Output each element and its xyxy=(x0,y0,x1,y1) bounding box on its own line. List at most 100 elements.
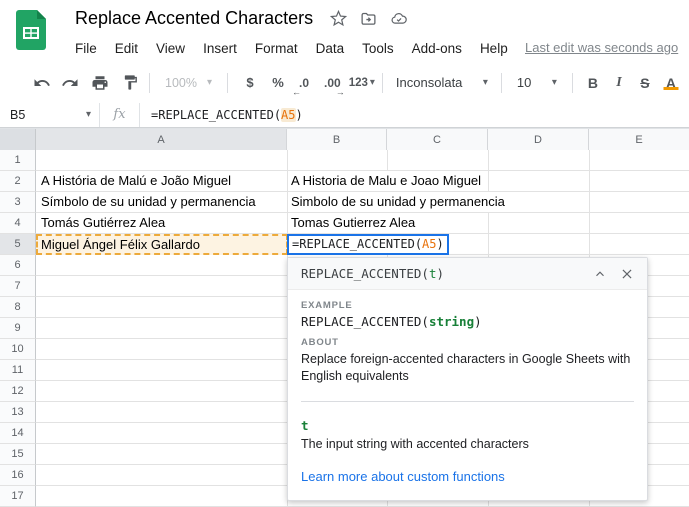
row-headers: 1 2 3 4 5 6 7 8 9 10 11 12 13 14 15 16 17 xyxy=(0,150,36,507)
menu-item[interactable]: Format xyxy=(246,41,307,56)
percent-format-button[interactable]: % xyxy=(266,70,290,96)
cell-formula-range-ref: A5 xyxy=(422,237,437,251)
example-label: EXAMPLE xyxy=(301,300,353,311)
toolbar: 100% ▾ $ % .0 ← .00 → 123 ▾ Inconsolata … xyxy=(0,62,689,103)
bold-button[interactable]: B xyxy=(580,75,606,91)
italic-button[interactable]: I xyxy=(606,75,632,91)
row-header[interactable]: 4 xyxy=(0,213,36,234)
cell-a2[interactable]: A História de Malú e João Miguel xyxy=(41,171,235,191)
column-header-a[interactable]: A xyxy=(36,129,287,151)
column-header-b[interactable]: B xyxy=(287,129,387,151)
redo-button[interactable] xyxy=(58,70,82,96)
toolbar-separator xyxy=(500,72,502,93)
caret-down-icon: ▾ xyxy=(85,109,91,120)
menu-item[interactable]: Tools xyxy=(353,41,403,56)
row-header[interactable]: 14 xyxy=(0,423,36,444)
menu-bar: File Edit View Insert Format Data Tools Add-ons… xyxy=(66,37,517,59)
caret-down-icon: ▾ xyxy=(369,76,375,88)
print-button[interactable] xyxy=(88,70,112,96)
strikethrough-button[interactable]: S xyxy=(632,75,658,91)
row-header[interactable]: 6 xyxy=(0,255,36,276)
paint-format-button[interactable] xyxy=(118,70,142,96)
row-header[interactable]: 17 xyxy=(0,486,36,507)
header: Replace Accented Characters File Edit View… xyxy=(0,0,689,62)
active-cell-ref: B5 xyxy=(10,108,26,122)
row-header[interactable]: 1 xyxy=(0,150,36,171)
menu-item[interactable]: Insert xyxy=(194,41,246,56)
close-icon[interactable] xyxy=(620,267,634,281)
menu-item[interactable]: File xyxy=(66,41,106,56)
popup-function-signature: REPLACE_ACCENTED(t) xyxy=(301,266,444,281)
cell-a3[interactable]: Símbolo de su unidad y permanencia xyxy=(41,192,259,212)
undo-icon xyxy=(34,78,50,86)
text-color-button[interactable]: A xyxy=(658,75,684,91)
column-header-d[interactable]: D xyxy=(488,129,589,151)
decrease-decimal-arrow: ← xyxy=(292,86,302,97)
font-name-value: Inconsolata xyxy=(395,75,463,90)
popup-divider xyxy=(301,401,634,402)
row-header[interactable]: 7 xyxy=(0,276,36,297)
cell-b3[interactable]: Simbolo de su unidad y permanencia xyxy=(291,192,508,212)
cell-b4[interactable]: Tomas Gutierrez Alea xyxy=(291,213,419,233)
formula-bar: B5 ▾ fx =REPLACE_ACCENTED(A5) xyxy=(0,103,689,128)
row-header[interactable]: 8 xyxy=(0,297,36,318)
about-label: ABOUT xyxy=(301,337,339,348)
decrease-decimal-button[interactable]: .0 ← xyxy=(292,70,316,97)
column-header-e[interactable]: E xyxy=(589,129,689,151)
last-edit-status[interactable]: Last edit was seconds ago xyxy=(525,40,678,55)
font-size-select[interactable]: 10 ▾ xyxy=(509,70,565,96)
cell-a4[interactable]: Tomás Gutiérrez Alea xyxy=(41,213,169,233)
menu-item[interactable]: Edit xyxy=(106,41,147,56)
row-header[interactable]: 11 xyxy=(0,360,36,381)
document-title[interactable]: Replace Accented Characters xyxy=(75,8,313,29)
paint-format-icon xyxy=(124,75,137,90)
toolbar-separator xyxy=(381,72,383,93)
sheets-logo[interactable] xyxy=(16,10,46,50)
move-folder-icon[interactable] xyxy=(360,10,377,27)
row-header[interactable]: 3 xyxy=(0,192,36,213)
caret-down-icon: ▾ xyxy=(206,76,213,88)
row-header[interactable]: 5 xyxy=(0,234,36,255)
learn-more-link[interactable]: Learn more about custom functions xyxy=(301,469,505,484)
menu-item[interactable]: View xyxy=(147,41,194,56)
font-select[interactable]: Inconsolata ▾ xyxy=(390,70,494,96)
param-name: t xyxy=(301,418,309,433)
zoom-select[interactable]: 100% ▾ xyxy=(157,70,220,96)
undo-button[interactable] xyxy=(30,70,54,96)
print-icon xyxy=(92,75,108,90)
row-header[interactable]: 12 xyxy=(0,381,36,402)
cloud-check-icon[interactable] xyxy=(390,10,408,27)
function-help-popup: REPLACE_ACCENTED(t) EXAMPLE REPLACE_ACCE… xyxy=(287,257,648,501)
zoom-value: 100% xyxy=(165,75,197,90)
row-header[interactable]: 13 xyxy=(0,402,36,423)
currency-format-button[interactable]: $ xyxy=(238,70,262,96)
row-header[interactable]: 10 xyxy=(0,339,36,360)
column-header-c[interactable]: C xyxy=(387,129,488,151)
increase-decimal-button[interactable]: .00 → xyxy=(320,70,345,97)
more-formats-button[interactable]: 123 ▾ xyxy=(349,70,375,96)
font-size-value: 10 xyxy=(516,75,532,90)
name-box[interactable]: B5 ▾ xyxy=(0,103,100,127)
cell-b5-editing[interactable]: =REPLACE_ACCENTED(A5) xyxy=(287,234,449,255)
text-color-underline xyxy=(663,86,679,90)
caret-down-icon: ▾ xyxy=(551,76,557,88)
popup-body: EXAMPLE REPLACE_ACCENTED(string) ABOUT R… xyxy=(288,290,647,500)
row-header[interactable]: 15 xyxy=(0,444,36,465)
formula-input[interactable]: =REPLACE_ACCENTED(A5) xyxy=(151,108,303,122)
select-all-button[interactable] xyxy=(0,129,36,151)
cell-b2[interactable]: A Historia de Malu e Joao Miguel xyxy=(291,171,485,191)
toolbar-separator xyxy=(149,72,150,93)
cell-a5-referenced-range[interactable]: Miguel Ángel Félix Gallardo xyxy=(36,234,288,255)
menu-item[interactable]: Add-ons xyxy=(403,41,471,56)
menu-item[interactable]: Help xyxy=(471,41,517,56)
caret-up-icon[interactable] xyxy=(593,267,607,281)
row-header[interactable]: 2 xyxy=(0,171,36,192)
menu-item[interactable]: Data xyxy=(307,41,354,56)
star-icon[interactable] xyxy=(330,10,348,27)
caret-down-icon: ▾ xyxy=(482,76,488,88)
toolbar-separator xyxy=(227,72,229,93)
column-headers: A B C D E xyxy=(0,128,689,151)
row-header[interactable]: 9 xyxy=(0,318,36,339)
increase-decimal-arrow: → xyxy=(335,86,345,97)
row-header[interactable]: 16 xyxy=(0,465,36,486)
